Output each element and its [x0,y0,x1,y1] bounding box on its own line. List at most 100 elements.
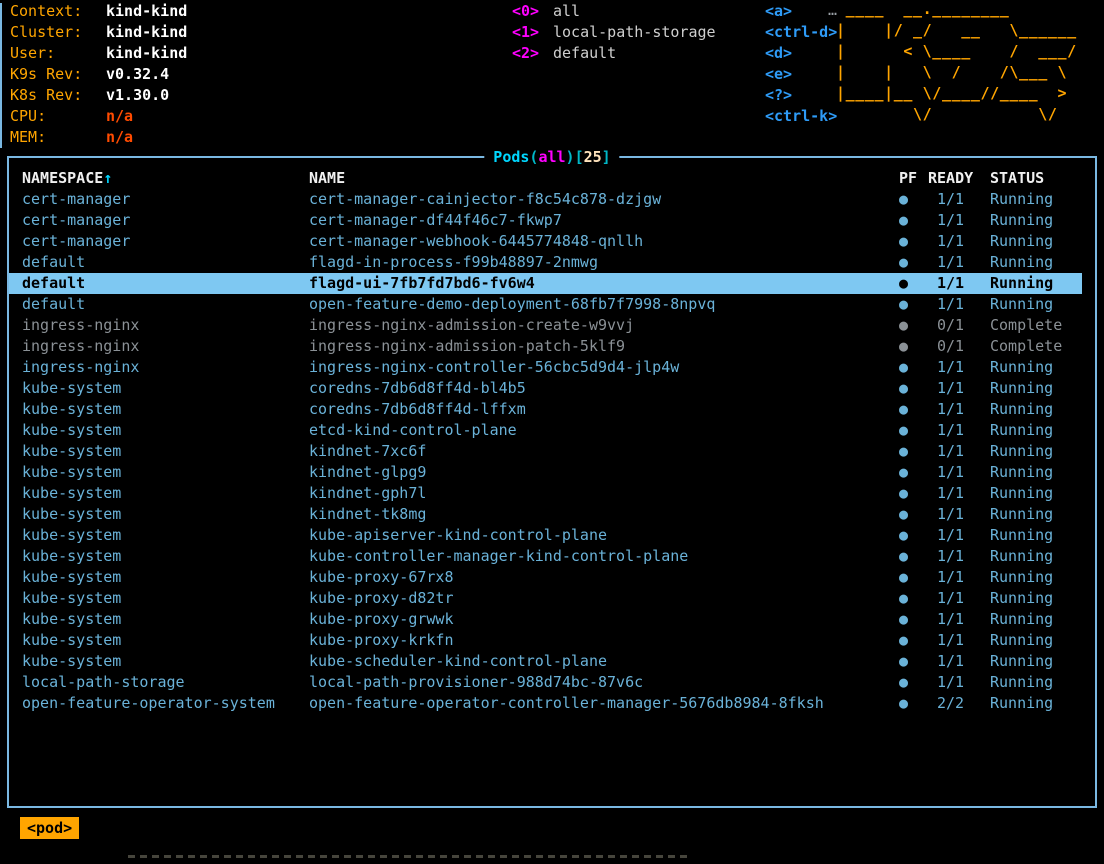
pod-name: flagd-in-process-f99b48897-2nmwg [309,252,899,273]
pod-row[interactable]: kube-systemkube-proxy-grwwk●1/1Running [9,609,1082,630]
pod-status: Running [990,672,1078,693]
pod-status: Running [990,546,1078,567]
pf-indicator-icon: ● [899,210,928,231]
pod-row[interactable]: kube-systemkube-scheduler-kind-control-p… [9,651,1082,672]
pod-ready: 1/1 [928,588,990,609]
info-value: v1.30.0 [106,86,169,104]
pod-row[interactable]: kube-systemkube-proxy-67rx8●1/1Running [9,567,1082,588]
action-menu-item[interactable]: <ctrl-d> [765,22,837,43]
pod-row[interactable]: kube-systemkindnet-tk8mg●1/1Running [9,504,1082,525]
pod-row[interactable]: kube-systemkube-apiserver-kind-control-p… [9,525,1082,546]
pod-name: kindnet-gph7l [309,483,899,504]
pod-namespace: kube-system [9,546,309,567]
pod-namespace: cert-manager [9,231,309,252]
pf-indicator-icon: ● [899,294,928,315]
info-value: v0.32.4 [106,65,169,83]
info-label: CPU: [10,106,106,127]
pf-indicator-icon: ● [899,588,928,609]
pod-ready: 1/1 [928,441,990,462]
pod-ready-value: 1/1 [928,651,964,672]
pod-row[interactable]: kube-systemcoredns-7db6d8ff4d-lffxm●1/1R… [9,399,1082,420]
pod-ready-value: 1/1 [928,609,964,630]
pod-row[interactable]: defaultopen-feature-demo-deployment-68fb… [9,294,1082,315]
column-header-namespace[interactable]: NAMESPACE↑ [9,168,309,189]
pf-indicator-icon: ● [899,462,928,483]
pods-table-panel: Pods(all)[25] NAMESPACE↑NAMEPFREADYSTATU… [7,156,1097,808]
pod-ready: 2/2 [928,693,990,714]
info-value: n/a [106,107,133,125]
pod-status: Complete [990,315,1078,336]
pf-indicator-icon: ● [899,630,928,651]
pf-indicator-icon: ● [899,609,928,630]
cluster-info: Context:kind-kindCluster:kind-kindUser:k… [10,1,187,148]
hotkey: <?> [765,86,792,104]
pod-namespace: ingress-nginx [9,315,309,336]
namespace-menu-item[interactable]: <2>default [512,43,716,64]
pod-status: Running [990,588,1078,609]
pf-indicator-icon: ● [899,315,928,336]
hotkey-label: default [553,44,616,62]
title-scope: all [538,148,565,166]
pod-status: Running [990,399,1078,420]
breadcrumb-pod[interactable]: <pod> [20,817,79,839]
namespace-menu-item[interactable]: <0>all [512,1,716,22]
cluster-info-row: CPU:n/a [10,106,187,127]
pod-row[interactable]: kube-systemkube-proxy-d82tr●1/1Running [9,588,1082,609]
pod-name: cert-manager-webhook-6445774848-qnllh [309,231,899,252]
pod-status: Running [990,651,1078,672]
clipped-bottom-text [128,855,688,858]
pod-row[interactable]: cert-managercert-manager-cainjector-f8c5… [9,189,1082,210]
pod-row[interactable]: defaultflagd-in-process-f99b48897-2nmwg●… [9,252,1082,273]
pod-row[interactable]: kube-systemkindnet-glpg9●1/1Running [9,462,1082,483]
pod-row[interactable]: kube-systemkindnet-gph7l●1/1Running [9,483,1082,504]
pod-row[interactable]: ingress-nginxingress-nginx-admission-cre… [9,315,1082,336]
sort-ascending-icon: ↑ [103,169,112,187]
pod-namespace: default [9,252,309,273]
action-menu-item[interactable]: <?> [765,85,837,106]
pod-row[interactable]: kube-systemkindnet-7xc6f●1/1Running [9,441,1082,462]
pod-namespace: cert-manager [9,189,309,210]
pod-ready-value: 1/1 [928,420,964,441]
pod-row[interactable]: cert-managercert-manager-webhook-6445774… [9,231,1082,252]
pod-name: kube-proxy-krkfn [309,630,899,651]
pod-ready: 1/1 [928,630,990,651]
pod-namespace: kube-system [9,378,309,399]
pod-row[interactable]: kube-systemetcd-kind-control-plane●1/1Ru… [9,420,1082,441]
action-menu-item[interactable]: <d> [765,43,837,64]
pod-name: ingress-nginx-controller-56cbc5d9d4-jlp4… [309,357,899,378]
cluster-info-row: Context:kind-kind [10,1,187,22]
pod-ready: 1/1 [928,672,990,693]
column-header-pf: PF [899,168,928,189]
pod-ready-value: 1/1 [928,189,964,210]
action-menu-item[interactable]: <e> [765,64,837,85]
pf-indicator-icon: ● [899,189,928,210]
pod-ready: 1/1 [928,462,990,483]
pod-ready-value: 1/1 [928,294,964,315]
action-menu-item[interactable]: <ctrl-k> [765,106,837,127]
cluster-info-row: K9s Rev:v0.32.4 [10,64,187,85]
pod-name: kube-scheduler-kind-control-plane [309,651,899,672]
pod-row[interactable]: defaultflagd-ui-7fb7fd7bd6-fv6w4●1/1Runn… [9,273,1082,294]
pod-namespace: kube-system [9,609,309,630]
namespace-menu-item[interactable]: <1>local-path-storage [512,22,716,43]
table-header-row: NAMESPACE↑NAMEPFREADYSTATUS [9,168,1082,189]
pod-row[interactable]: kube-systemkube-controller-manager-kind-… [9,546,1082,567]
pod-status: Running [990,567,1078,588]
info-label: Cluster: [10,22,106,43]
pod-row[interactable]: ingress-nginxingress-nginx-controller-56… [9,357,1082,378]
hotkey: <a> [765,2,792,20]
action-menu-item[interactable]: <a> [765,1,837,22]
pod-ready: 1/1 [928,420,990,441]
pod-row[interactable]: kube-systemkube-proxy-krkfn●1/1Running [9,630,1082,651]
pod-name: etcd-kind-control-plane [309,420,899,441]
info-value: kind-kind [106,2,187,20]
pf-indicator-icon: ● [899,252,928,273]
pf-indicator-icon: ● [899,441,928,462]
pod-row[interactable]: open-feature-operator-systemopen-feature… [9,693,1082,714]
pod-row[interactable]: ingress-nginxingress-nginx-admission-pat… [9,336,1082,357]
pod-row[interactable]: kube-systemcoredns-7db6d8ff4d-bl4b5●1/1R… [9,378,1082,399]
pod-name: open-feature-demo-deployment-68fb7f7998-… [309,294,899,315]
pod-row[interactable]: local-path-storagelocal-path-provisioner… [9,672,1082,693]
pod-row[interactable]: cert-managercert-manager-df44f46c7-fkwp7… [9,210,1082,231]
pod-status: Running [990,420,1078,441]
